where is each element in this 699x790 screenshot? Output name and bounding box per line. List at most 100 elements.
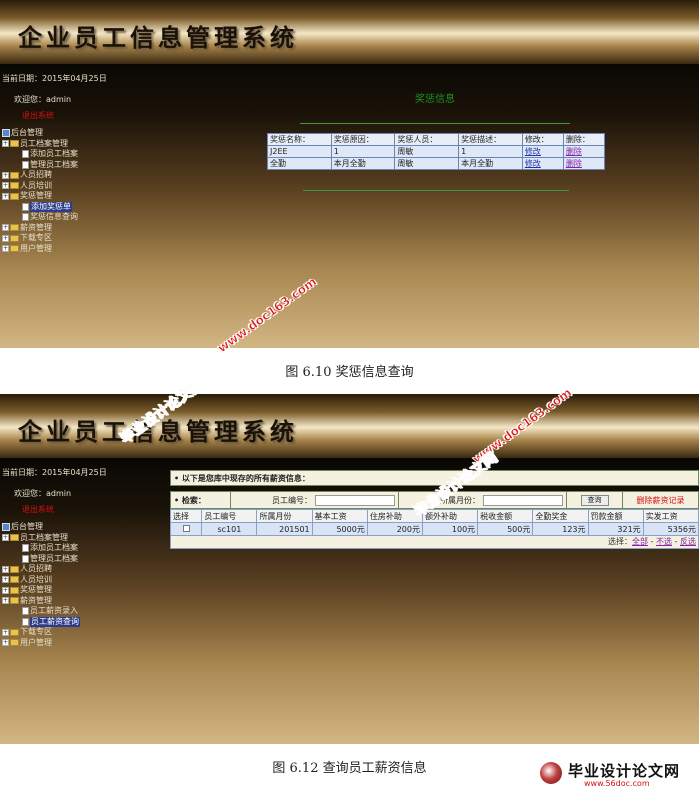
edit-link[interactable]: 修改 (525, 147, 541, 156)
expand-icon[interactable]: + (2, 586, 9, 594)
logout-link[interactable]: 退出系统 (22, 110, 54, 121)
tree-item[interactable]: + 员工档案管理 (2, 139, 78, 150)
expand-icon[interactable]: + (2, 639, 9, 647)
tree-item[interactable]: + 下载专区 (2, 233, 78, 244)
root-icon (2, 523, 10, 532)
expand-icon[interactable]: + (2, 234, 9, 242)
folder-icon (10, 597, 19, 605)
selection-bar: 选择：全部 - 不选 - 反选 (170, 536, 699, 549)
delete-link[interactable]: 删除 (566, 147, 582, 156)
base-salary-cell: 5000元 (311, 522, 368, 536)
month-input[interactable] (483, 494, 563, 506)
page-icon (22, 554, 29, 563)
employee-no-label: 员工编号： (272, 495, 312, 505)
expand-icon[interactable]: + (2, 192, 9, 200)
logout-link[interactable]: 退出系统 (22, 504, 54, 515)
tree-item[interactable]: + 人员招聘 (2, 170, 78, 181)
folder-icon (10, 192, 19, 200)
reward-desc-cell: 本月全勤 (458, 157, 523, 170)
delete-salary-link[interactable]: 删除薪资记录 (637, 495, 685, 506)
tree-item-label: 下载专区 (20, 627, 52, 636)
figure-caption-6-10: 图 6.10 奖惩信息查询 (285, 365, 414, 380)
folder-icon (10, 171, 19, 179)
tree-item-label: 员工薪资录入 (30, 606, 78, 615)
header-cell: 选择 (169, 509, 203, 523)
tree-item[interactable]: 添加奖惩单 (2, 201, 78, 212)
nav-tree: 后台管理 + 员工档案管理 添加员工档案 管理员工档案 + 人员招聘 + 人员培训 + 奖惩管理 + 薪… (2, 522, 80, 648)
tree-item[interactable]: + 人员培训 (2, 181, 78, 192)
logo-title: 毕业设计论文网 (568, 762, 681, 780)
folder-icon (10, 245, 19, 253)
tree-item-label: 奖惩管理 (20, 585, 52, 594)
tree-item[interactable]: + 下载专区 (2, 627, 80, 638)
tree-item[interactable]: + 用户管理 (2, 244, 78, 255)
reward-name-cell: J2EE (267, 145, 332, 158)
tree-item[interactable]: 员工薪资录入 (2, 606, 80, 617)
reward-reason-cell: 本月全勤 (330, 157, 396, 170)
folder-icon (10, 565, 19, 573)
tree-item[interactable]: + 薪资管理 (2, 596, 80, 607)
net-salary-cell: 5356元 (642, 522, 699, 536)
tree-item[interactable]: + 用户管理 (2, 638, 80, 649)
current-date: 当前日期：2015年04月25日 (2, 74, 107, 83)
tree-item-label: 管理员工档案 (30, 159, 78, 169)
tree-item-label: 添加奖惩单 (30, 201, 72, 212)
expand-icon[interactable]: + (2, 224, 9, 232)
banner: 企业员工信息管理系统 (0, 394, 699, 458)
tree-item-label: 员工档案管理 (20, 138, 68, 148)
select-all-link[interactable]: 全部 (632, 537, 648, 546)
header-cell: 员工编号 (201, 509, 258, 523)
tree-item[interactable]: + 人员招聘 (2, 564, 80, 575)
edit-link[interactable]: 修改 (525, 159, 541, 168)
tree-item-label: 用户管理 (20, 243, 52, 253)
tree-item-label: 员工档案管理 (20, 532, 68, 542)
table-row: 全勤 本月全勤 周敏 本月全勤 修改 删除 (267, 157, 606, 170)
attendance-bonus-cell: 123元 (532, 522, 589, 536)
expand-icon[interactable]: + (2, 140, 9, 148)
tree-item[interactable]: 添加员工档案 (2, 543, 80, 554)
select-none-link[interactable]: 不选 (656, 537, 672, 546)
expand-icon[interactable]: + (2, 628, 9, 636)
tree-item[interactable]: 奖惩信息查询 (2, 212, 78, 223)
reward-person-cell: 周敏 (394, 145, 460, 158)
root-icon (2, 129, 10, 138)
table-header-row: 奖惩名称： 奖惩原因： 奖惩人员： 奖惩描述： 修改： 删除： (267, 133, 606, 146)
tree-item-label: 下载专区 (20, 233, 52, 242)
expand-icon[interactable]: + (2, 597, 9, 605)
tree-item[interactable]: 管理员工档案 (2, 554, 80, 565)
tree-item[interactable]: + 薪资管理 (2, 223, 78, 234)
row-checkbox[interactable] (182, 524, 190, 532)
expand-icon[interactable]: + (2, 534, 9, 542)
reward-reason-cell: 1 (330, 145, 396, 158)
tax-cell: 500元 (477, 522, 534, 536)
search-label: • 检索： (171, 492, 231, 508)
tree-item[interactable]: + 人员培训 (2, 575, 80, 586)
page-icon (22, 150, 29, 159)
folder-icon (10, 534, 19, 542)
tree-item[interactable]: 添加员工档案 (2, 149, 78, 160)
tree-item-label: 人员培训 (20, 574, 52, 584)
tree-item[interactable]: 管理员工档案 (2, 160, 78, 171)
query-button[interactable]: 查询 (580, 494, 609, 506)
panel-title: 奖惩信息 (415, 94, 455, 105)
tree-item[interactable]: 后台管理 (2, 522, 80, 533)
delete-link[interactable]: 删除 (566, 159, 582, 168)
tree-item[interactable]: + 奖惩管理 (2, 191, 78, 202)
tree-item-label: 人员培训 (20, 180, 52, 190)
expand-icon[interactable]: + (2, 576, 9, 584)
select-invert-link[interactable]: 反选 (680, 537, 696, 546)
expand-icon[interactable]: + (2, 245, 9, 253)
folder-icon (10, 586, 19, 594)
main-area: 当前日期：2015年04月25日 欢迎您：admin 退出系统 后台管理 + 员工档… (0, 64, 699, 348)
tree-item[interactable]: + 奖惩管理 (2, 585, 80, 596)
expand-icon[interactable]: + (2, 182, 9, 190)
tree-item[interactable]: 后台管理 (2, 128, 78, 139)
tree-item[interactable]: 员工薪资查询 (2, 616, 80, 627)
welcome-text: 欢迎您：admin (14, 95, 72, 104)
employee-no-input[interactable] (315, 494, 395, 506)
expand-icon[interactable]: + (2, 171, 9, 179)
tree-item[interactable]: + 员工档案管理 (2, 533, 80, 544)
header-cell: 所属月份 (256, 509, 313, 523)
header-cell: 全勤奖金 (532, 509, 589, 523)
expand-icon[interactable]: + (2, 565, 9, 573)
